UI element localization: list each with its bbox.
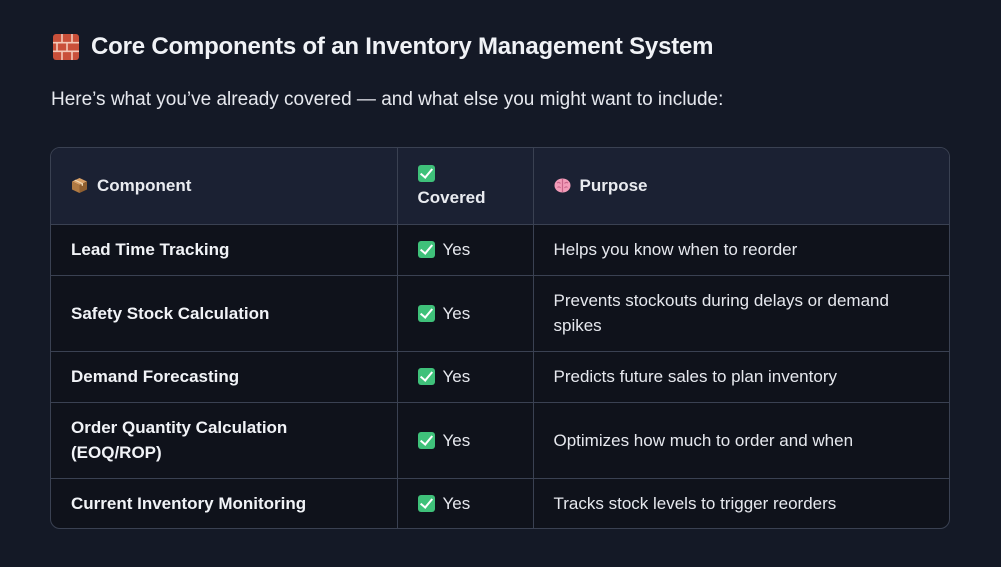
header-component: Component (51, 148, 398, 225)
section-title: Core Components of an Inventory Manageme… (91, 33, 714, 60)
check-icon (417, 431, 435, 449)
section-heading: Core Components of an Inventory Manageme… (53, 33, 714, 61)
covered-value: Yes (442, 430, 471, 450)
covered-cell: Yes (397, 351, 534, 403)
covered-cell: Yes (397, 275, 534, 352)
component-cell: Current Inventory Monitoring (51, 478, 398, 528)
table-row: Current Inventory Monitoring Yes Tracks … (51, 478, 949, 528)
covered-cell: Yes (397, 478, 534, 528)
component-cell: Lead Time Tracking (51, 224, 398, 276)
header-component-label: Component (97, 175, 192, 195)
check-icon (417, 241, 435, 258)
covered-cell: Yes (397, 402, 534, 479)
header-purpose: Purpose (533, 148, 949, 225)
purpose-cell: Tracks stock levels to trigger reorders (553, 493, 837, 513)
table-row: Demand Forecasting Yes Predicts future s… (51, 351, 949, 403)
purpose-cell: Helps you know when to reorder (533, 224, 949, 276)
intro-text: Here’s what you’ve already covered — and… (51, 89, 724, 110)
table-header-row: Component Covered Purpose (51, 148, 949, 225)
header-covered-label: Covered (417, 187, 486, 207)
brain-icon (554, 178, 570, 193)
package-icon (72, 178, 87, 194)
check-icon (417, 164, 435, 182)
header-covered: Covered (397, 148, 534, 225)
component-cell: Demand Forecasting (51, 351, 398, 403)
purpose-cell: Predicts future sales to plan inventory (533, 351, 949, 403)
covered-value: Yes (442, 493, 471, 513)
purpose-cell: Prevents stockouts during delays or dema… (533, 275, 949, 352)
check-icon (417, 304, 435, 322)
component-cell: Safety Stock Calculation (51, 275, 398, 352)
table-row: Lead Time Tracking Yes Helps you know wh… (51, 224, 949, 276)
covered-value: Yes (442, 367, 471, 386)
purpose-cell: Optimizes how much to order and when (533, 402, 949, 479)
covered-cell: Yes (397, 224, 534, 276)
header-purpose-label: Purpose (579, 175, 648, 195)
component-cell: Order Quantity Calculation (EOQ/ROP) (51, 402, 398, 479)
covered-value: Yes (442, 240, 471, 259)
table-row: Order Quantity Calculation (EOQ/ROP) Yes… (51, 402, 949, 479)
check-icon (417, 494, 435, 512)
covered-value: Yes (442, 303, 471, 323)
table-row: Safety Stock Calculation Yes Prevents st… (51, 275, 949, 352)
chat-response: Core Components of an Inventory Manageme… (0, 0, 1001, 567)
check-icon (417, 368, 435, 385)
components-table: Component Covered Purpose Lead Time Trac… (50, 147, 950, 529)
brick-icon (53, 34, 79, 60)
